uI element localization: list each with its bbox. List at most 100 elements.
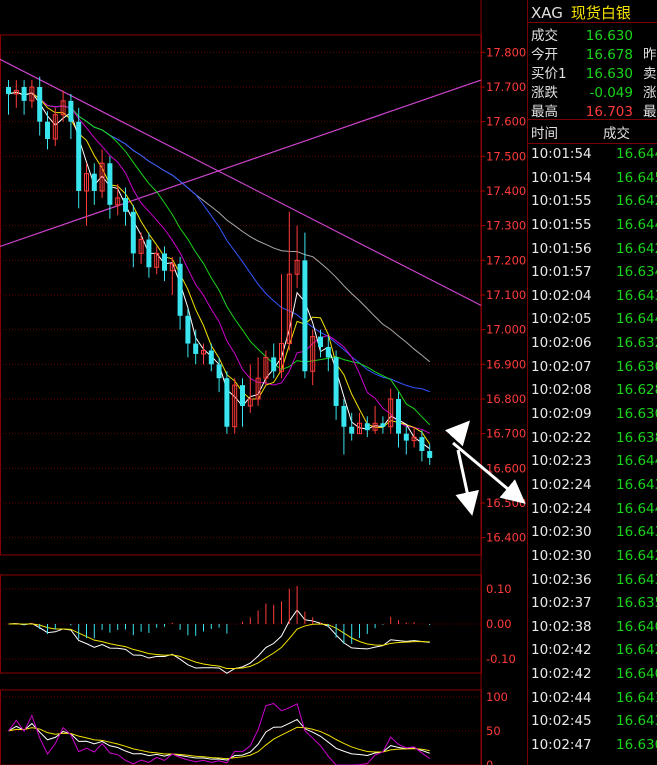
quote-value: 16.678: [585, 47, 633, 63]
candle-body: [123, 197, 128, 212]
tick-row[interactable]: 10:01:55 16.642: [531, 193, 657, 217]
tick-row[interactable]: 10:02:38 16.640: [531, 619, 657, 643]
tick-time: 10:02:42: [531, 666, 592, 683]
tick-row[interactable]: 10:01:57 16.634: [531, 264, 657, 288]
tick-price: 16.644: [616, 311, 657, 328]
quote-label-truncated: 卖: [643, 66, 657, 82]
tick-price: 16.630: [616, 358, 657, 375]
tick-price: 16.641: [616, 689, 657, 706]
price-tick-label: 17.400: [486, 184, 526, 198]
kdj-tick-label: 100: [486, 690, 508, 704]
ticks-list[interactable]: 10:01:54 16.644 10:01:54 16.645 10:01:55 16.6…: [531, 146, 657, 761]
tick-time: 10:02:22: [531, 429, 592, 446]
price-tick-label: 16.900: [486, 357, 526, 371]
quote-header: XAG 现货白银: [531, 2, 631, 23]
tick-row[interactable]: 10:02:09 16.630: [531, 406, 657, 430]
candle-body: [349, 426, 355, 434]
kdj-d-line: [8, 726, 430, 760]
tick-row[interactable]: 10:02:42 16.642: [531, 642, 657, 666]
tick-row[interactable]: 10:02:08 16.628: [531, 382, 657, 406]
price-tick-label: 17.000: [486, 323, 526, 337]
price-tick-label: 16.700: [486, 427, 526, 441]
tick-row[interactable]: 10:02:07 16.630: [531, 359, 657, 383]
tick-time: 10:02:45: [531, 713, 592, 730]
price-tick-label: 17.500: [486, 149, 526, 163]
candle-body: [45, 121, 50, 139]
tick-row[interactable]: 10:02:24 16.644: [531, 501, 657, 525]
tick-time: 10:02:08: [531, 382, 592, 399]
tick-time: 10:01:57: [531, 264, 592, 281]
quote-row-last: 成交 16.630: [531, 24, 633, 44]
tick-time: 10:02:23: [531, 453, 592, 470]
kdj-panel-frame: [0, 689, 482, 765]
candle-body: [333, 357, 339, 406]
tick-price: 16.644: [616, 500, 657, 517]
tick-row[interactable]: 10:02:30 16.643: [531, 524, 657, 548]
tick-row[interactable]: 10:02:22 16.638: [531, 430, 657, 454]
candle-body: [419, 437, 425, 451]
candle-body: [364, 423, 370, 431]
kline-chart[interactable]: 17.800 17.700 17.600 17.500 17.400 17.300 17.2…: [0, 0, 527, 765]
tick-row[interactable]: 10:01:56 16.642: [531, 241, 657, 265]
tick-price: 16.634: [616, 264, 657, 281]
quote-label-truncated: 涨: [643, 85, 657, 101]
tick-price: 16.640: [616, 666, 657, 683]
price-tick-label: 16.400: [486, 531, 526, 545]
tick-row[interactable]: 10:02:42 16.640: [531, 666, 657, 690]
candle-body: [185, 315, 191, 344]
candle-body: [68, 100, 74, 122]
tick-price: 16.644: [616, 453, 657, 470]
tick-time: 10:02:06: [531, 335, 592, 352]
tick-price: 16.638: [616, 429, 657, 446]
tick-price: 16.642: [616, 642, 657, 659]
tick-row[interactable]: 10:02:23 16.644: [531, 453, 657, 477]
tick-price: 16.642: [616, 547, 657, 564]
tick-row[interactable]: 10:02:04 16.643: [531, 288, 657, 312]
candle-body: [76, 121, 82, 191]
candle-body: [380, 423, 386, 427]
kdj-tick-label: 0: [486, 758, 493, 765]
symbol-name: 现货白银: [570, 4, 631, 22]
candle-body: [177, 263, 183, 316]
candle-body: [6, 87, 11, 94]
tick-row[interactable]: 10:02:45 16.643: [531, 713, 657, 737]
candle-body: [37, 87, 43, 122]
tick-row[interactable]: 10:02:06 16.632: [531, 335, 657, 359]
quote-label: 涨跌: [531, 85, 558, 101]
tick-time: 10:02:09: [531, 406, 592, 423]
tick-price: 16.642: [616, 193, 657, 210]
price-tick-label: 17.600: [486, 115, 526, 129]
tick-row[interactable]: 10:02:05 16.644: [531, 311, 657, 335]
tick-row[interactable]: 10:02:30 16.642: [531, 548, 657, 572]
tick-price: 16.643: [616, 476, 657, 493]
tick-time: 10:02:36: [531, 571, 592, 588]
tick-row[interactable]: 10:01:54 16.645: [531, 170, 657, 194]
candle-body: [341, 405, 347, 427]
candle-body: [240, 385, 245, 406]
annotation-arrow: [455, 449, 479, 516]
ticks-header: 时间 成交: [531, 122, 651, 142]
tick-row[interactable]: 10:02:44 16.641: [531, 690, 657, 714]
divider: [527, 143, 657, 144]
tick-row[interactable]: 10:01:54 16.644: [531, 146, 657, 170]
tick-price: 16.645: [616, 169, 657, 186]
candle-body: [224, 378, 230, 427]
tick-price: 16.628: [616, 382, 657, 399]
tick-row[interactable]: 10:01:55 16.644: [531, 217, 657, 241]
quote-label: 最高: [531, 104, 558, 120]
tick-row[interactable]: 10:02:24 16.643: [531, 477, 657, 501]
divider: [527, 22, 657, 23]
tick-row[interactable]: 10:02:37 16.635: [531, 595, 657, 619]
tick-time: 10:02:07: [531, 358, 592, 375]
quote-value: 16.703: [585, 104, 633, 120]
price-tick-label: 16.600: [486, 461, 526, 475]
tick-row[interactable]: 10:02:36 16.643: [531, 572, 657, 596]
ticks-header-price: 成交: [603, 126, 630, 142]
quote-value: 16.630: [585, 28, 633, 44]
price-tick-label: 16.800: [486, 392, 526, 406]
tick-price: 16.643: [616, 287, 657, 304]
ma5-line: [8, 91, 430, 450]
tick-price: 16.632: [616, 335, 657, 352]
tick-row[interactable]: 10:02:47 16.630: [531, 737, 657, 761]
candle-body: [302, 260, 308, 372]
